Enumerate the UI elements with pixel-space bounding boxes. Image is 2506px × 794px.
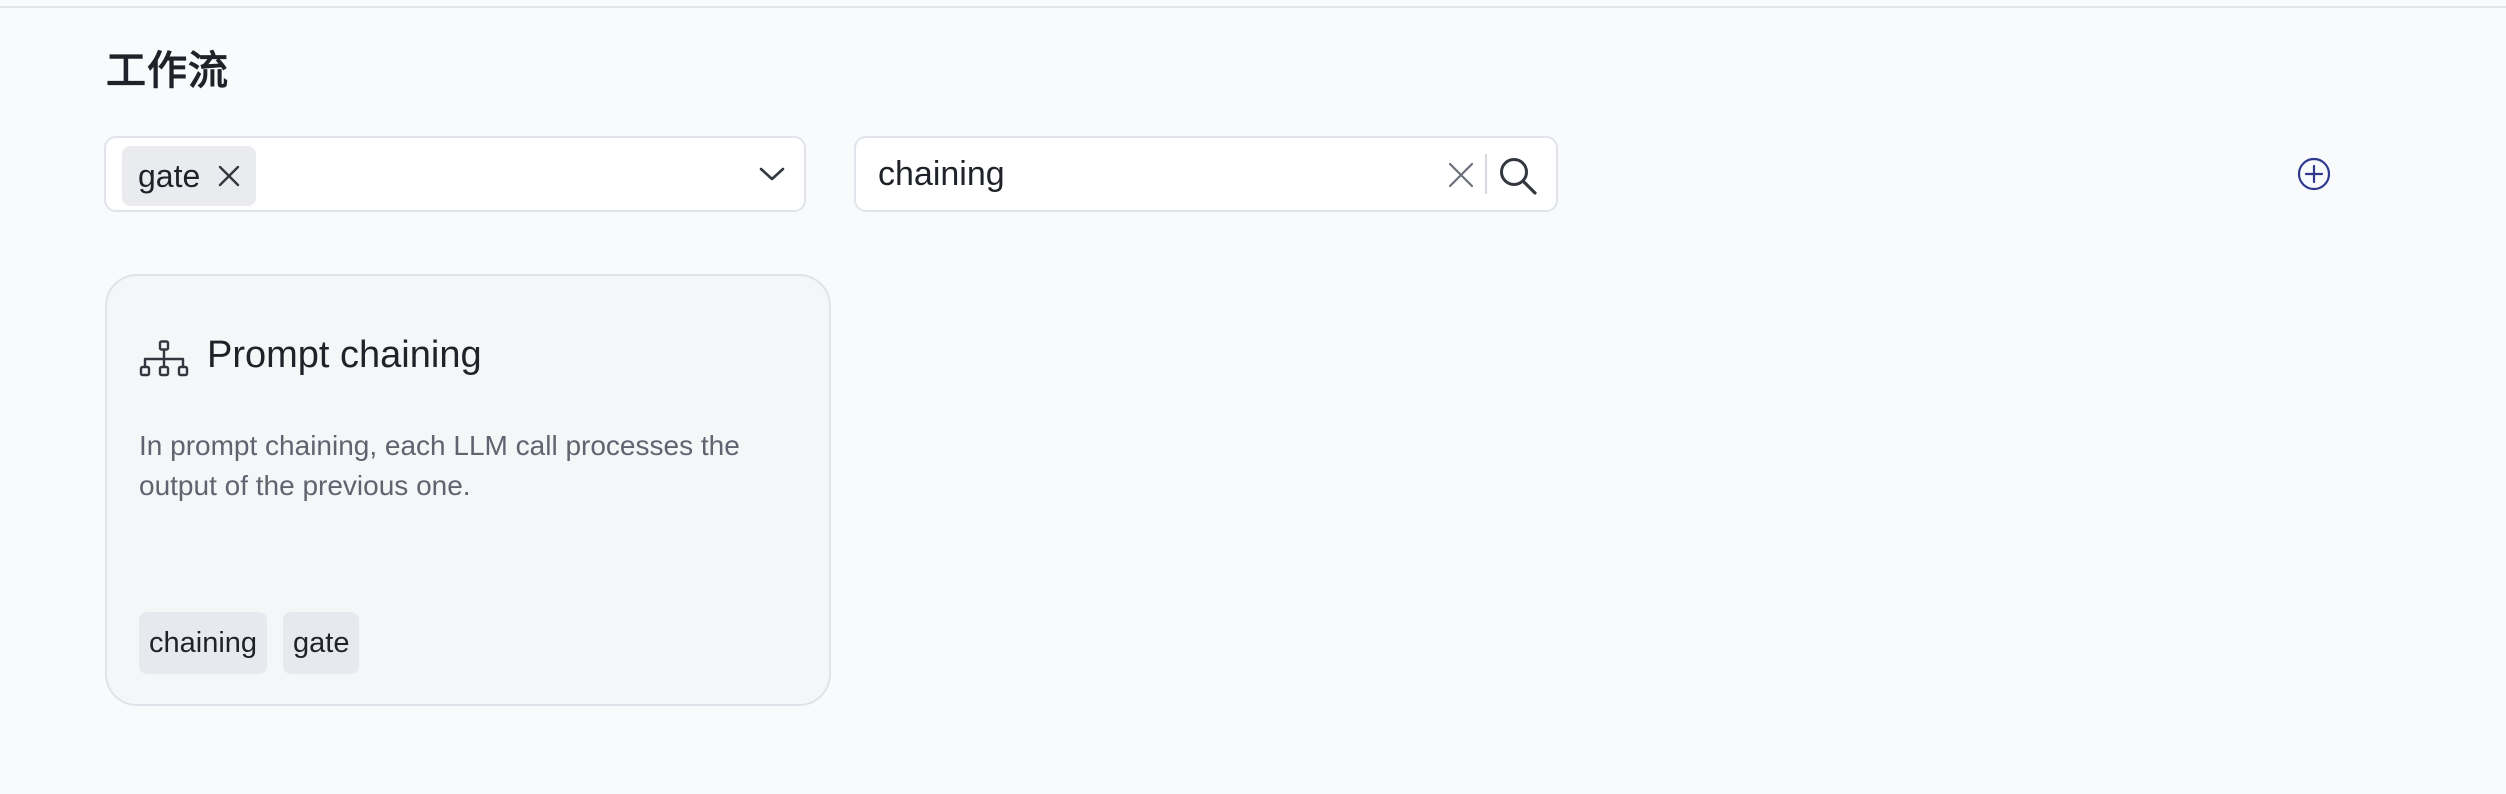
search-box [854,136,1558,212]
close-icon[interactable] [1444,158,1478,192]
hierarchy-icon [139,340,189,382]
top-divider [0,6,2506,8]
workflow-card[interactable]: Prompt chaining In prompt chaining, each… [105,274,831,706]
selected-tag-chip: gate [122,146,257,206]
workflow-description: In prompt chaining, each LLM call proces… [139,430,740,501]
chevron-down-icon[interactable] [756,158,788,190]
search-divider [1485,154,1487,194]
page-title: 工作流 [106,48,229,94]
workflow-tag: gate [283,612,360,674]
search-input[interactable] [878,148,1418,200]
workflow-tags: chaining gate [139,612,360,674]
search-icon[interactable] [1494,152,1542,200]
tag-filter-select[interactable]: gate [104,136,806,212]
plus-circle-icon[interactable] [2296,156,2332,192]
close-icon[interactable] [214,161,244,191]
selected-tag-label: gate [138,157,201,194]
workflow-tag: chaining [139,612,268,674]
workflow-title: Prompt chaining [207,334,482,376]
